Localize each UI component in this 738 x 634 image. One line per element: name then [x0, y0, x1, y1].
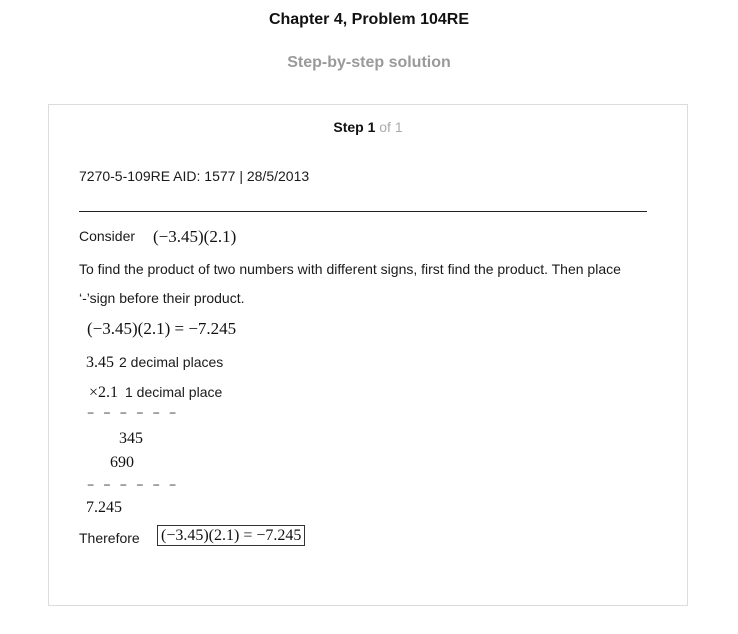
solution-subtitle: Step-by-step solution: [287, 54, 451, 71]
paragraph-line-1: To find the product of two numbers with …: [79, 261, 621, 277]
meta-line: 7270-5-109RE AID: 1577 | 28/5/2013: [79, 168, 310, 184]
mult-row1-note: 2 decimal places: [119, 354, 224, 370]
equation-1: (−3.45)(2.1) = −7.245: [87, 319, 237, 338]
mult-partial-1: 345: [119, 430, 143, 447]
mult-row2-number: ×2.1: [89, 384, 119, 401]
step-header: Step 1 of 1: [49, 119, 687, 135]
page-title: Chapter 4, Problem 104RE: [268, 11, 470, 28]
mult-divider-1: − − − − − −: [87, 407, 178, 421]
step-of: of 1: [379, 119, 403, 135]
final-answer-box: (−3.45)(2.1) = −7.245: [157, 525, 306, 546]
consider-label: Consider: [79, 228, 136, 244]
final-answer: (−3.45)(2.1) = −7.245: [157, 525, 306, 546]
mult-divider-2: − − − − − −: [87, 479, 178, 493]
mult-row1-number: 3.45: [86, 354, 114, 371]
step-label: Step 1: [333, 119, 376, 135]
consider-expression: (−3.45)(2.1): [153, 227, 237, 246]
solution-card: Step 1 of 1 7270-5-109RE AID: 1577 | 28/…: [48, 104, 688, 606]
mult-row2-note: 1 decimal place: [125, 384, 223, 400]
therefore-label: Therefore: [79, 530, 140, 546]
mult-result: 7.245: [86, 499, 122, 516]
divider: [79, 211, 647, 212]
paragraph-line-2: ‘-’sign before their product.: [79, 290, 245, 306]
mult-partial-2: 690: [110, 454, 134, 471]
